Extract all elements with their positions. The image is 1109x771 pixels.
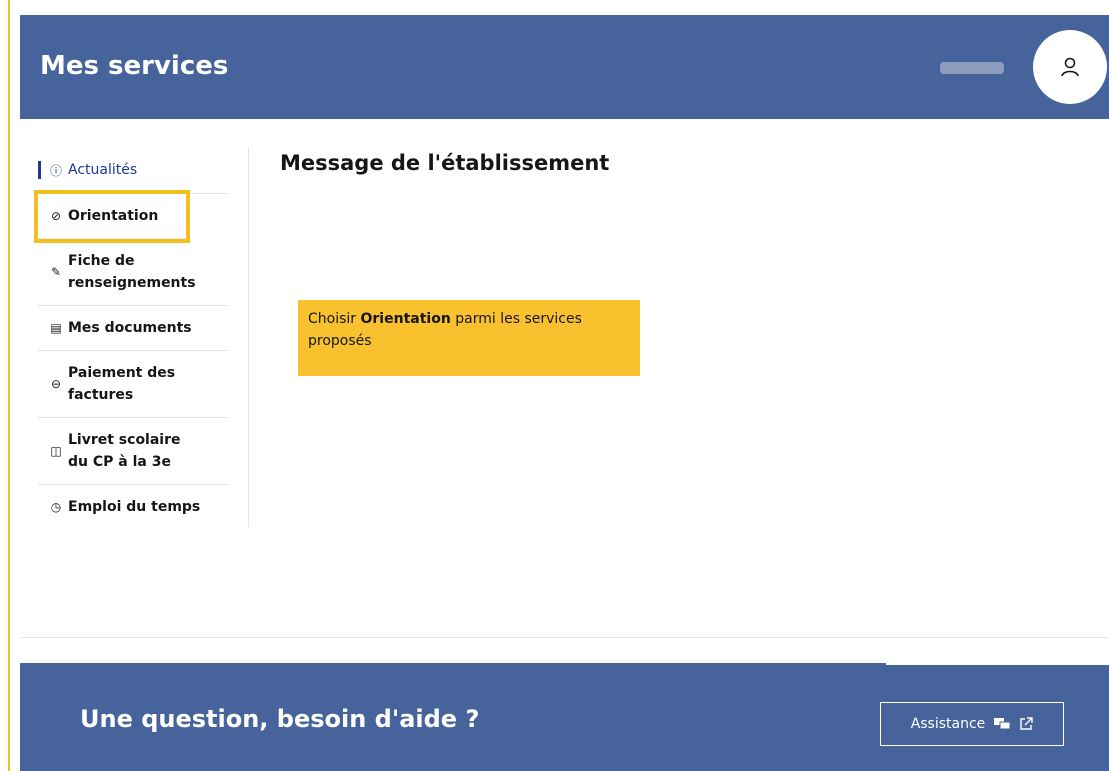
assistance-label: Assistance [910,716,986,732]
clock-icon: ◷ [50,500,62,514]
sidebar-item-label: Emploi du temps [68,499,201,515]
callout-text-prefix: Choisir [308,311,361,327]
help-heading: Une question, besoin d'aide ? [80,705,480,733]
sidebar-item-label: Paiement des factures [68,365,176,403]
sidebar-divider [248,147,249,527]
compass-icon: ⊘ [50,209,62,223]
sidebar-item-label: Orientation [68,208,159,224]
edit-icon: ✎ [50,265,62,279]
sidebar-item-livret-scolaire[interactable]: ◫ Livret scolaire du CP à la 3e [38,418,228,485]
sidebar-item-paiement-factures[interactable]: ⊖ Paiement des factures [38,351,228,418]
page-title: Mes services [40,51,229,81]
book-icon: ◫ [50,444,62,458]
documents-icon: ▤ [50,321,62,335]
footer-divider [886,663,1109,665]
sidebar-item-label: Actualités [68,162,138,178]
support-icon [994,718,1011,730]
left-accent-rule [8,0,10,771]
info-icon: ⓘ [49,163,62,178]
sidebar-item-mes-documents[interactable]: ▤ Mes documents [38,306,228,351]
sidebar-item-emploi-du-temps[interactable]: ◷ Emploi du temps [38,485,228,529]
payment-icon: ⊖ [50,377,62,391]
sidebar-item-actualites[interactable]: ⓘ Actualités [38,147,228,194]
sidebar-item-orientation[interactable]: ⊘ Orientation [34,190,190,243]
sidebar-item-label: Livret scolaire du CP à la 3e [68,432,181,470]
user-icon [1061,57,1079,77]
external-link-icon [1020,717,1033,730]
sidebar-item-label: Fiche de renseignements [68,253,196,291]
sidebar-nav: ⓘ Actualités ⊘ Orientation ✎ Fiche de re… [34,147,228,529]
assistance-button[interactable]: Assistance [880,702,1064,746]
sidebar-item-fiche-renseignements[interactable]: ✎ Fiche de renseignements [38,239,228,306]
callout-text-bold: Orientation [360,311,451,327]
sidebar-item-label: Mes documents [68,320,192,336]
services-card: ⓘ Actualités ⊘ Orientation ✎ Fiche de re… [20,119,1109,638]
footer: Une question, besoin d'aide ? Assistance [20,663,1109,771]
user-name-redacted [940,62,1004,74]
section-title: Message de l'établissement [280,151,610,175]
header: Mes services [20,15,1109,119]
account-button[interactable] [1033,30,1107,104]
instruction-callout: Choisir Orientation parmi les services p… [298,300,640,376]
